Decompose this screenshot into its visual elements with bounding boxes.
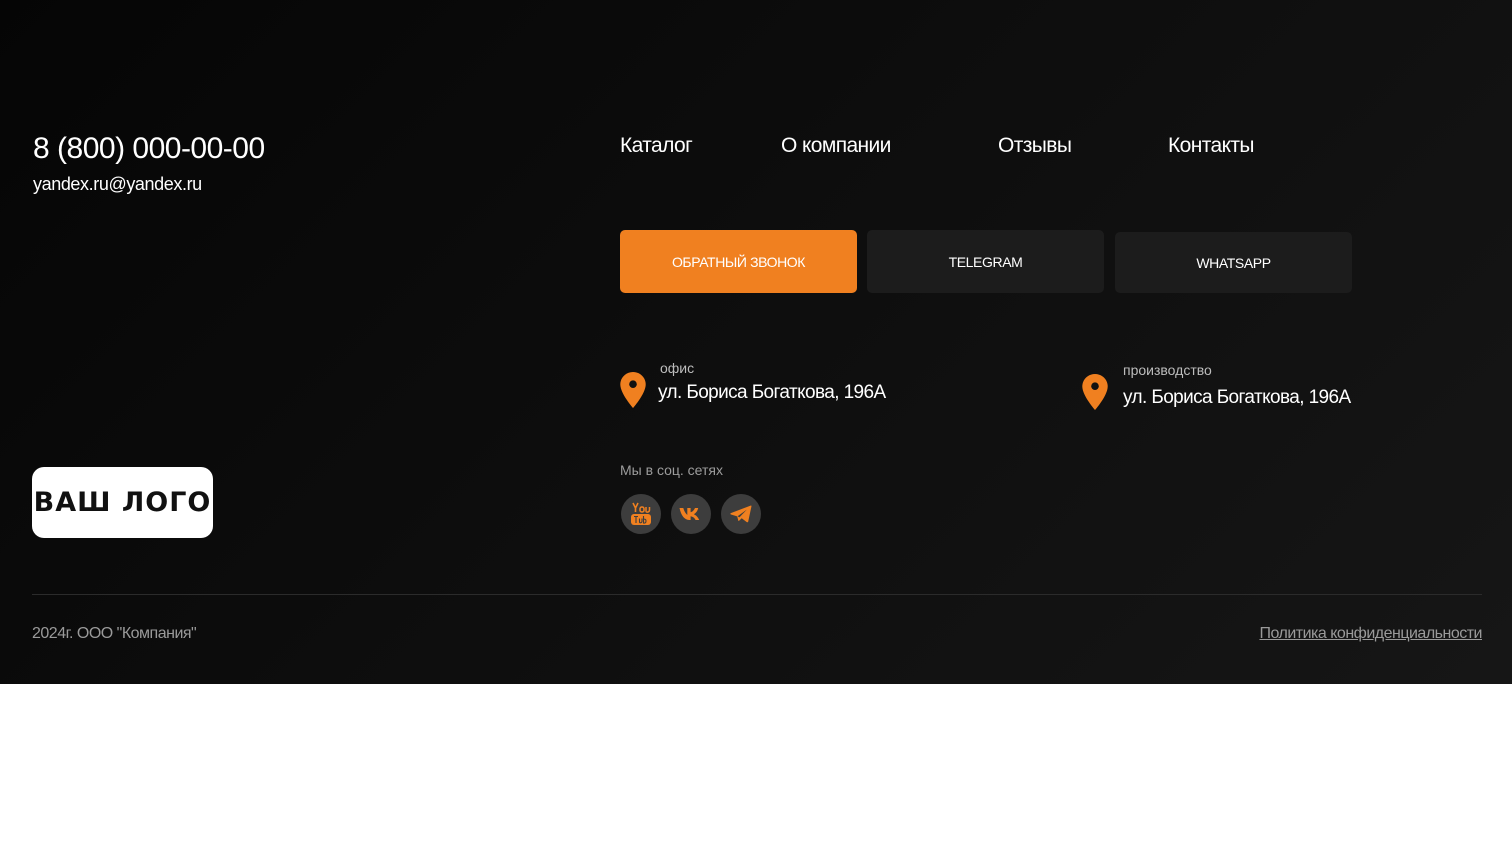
location-pin-icon	[620, 372, 646, 408]
company-logo[interactable]: ВАШ ЛОГО	[32, 467, 213, 538]
nav-item-contacts[interactable]: Контакты	[1168, 134, 1255, 158]
email-link[interactable]: yandex.ru@yandex.ru	[33, 174, 202, 195]
address-office-label: офис	[660, 360, 695, 376]
location-pin-icon	[1082, 374, 1108, 410]
telegram-icon	[730, 505, 752, 523]
telegram-link[interactable]	[721, 494, 761, 534]
vk-link[interactable]	[671, 494, 711, 534]
nav-item-reviews[interactable]: Отзывы	[998, 134, 1072, 158]
address-office-value: ул. Бориса Богаткова, 196А	[658, 382, 886, 403]
site-footer: 8 (800) 000-00-00 yandex.ru@yandex.ru Ка…	[0, 0, 1512, 684]
vk-icon	[679, 508, 700, 520]
phone-link[interactable]: 8 (800) 000-00-00	[33, 132, 265, 166]
social-label: Мы в соц. сетях	[620, 462, 723, 478]
whatsapp-button[interactable]: WHATSAPP	[1115, 232, 1352, 293]
nav-item-catalog[interactable]: Каталог	[620, 134, 693, 158]
nav-item-about[interactable]: О компании	[781, 134, 891, 158]
telegram-button[interactable]: TELEGRAM	[867, 230, 1104, 293]
youtube-icon	[631, 502, 651, 525]
footer-divider	[32, 594, 1482, 595]
callback-button[interactable]: ОБРАТНЫЙ ЗВОНОК	[620, 230, 857, 293]
address-production-value: ул. Бориса Богаткова, 196А	[1123, 387, 1351, 408]
copyright-text: 2024г. ООО "Компания"	[32, 625, 197, 642]
privacy-policy-link[interactable]: Политика конфиденциальности	[1259, 625, 1482, 643]
address-production-label: производство	[1123, 362, 1212, 378]
youtube-link[interactable]	[621, 494, 661, 534]
